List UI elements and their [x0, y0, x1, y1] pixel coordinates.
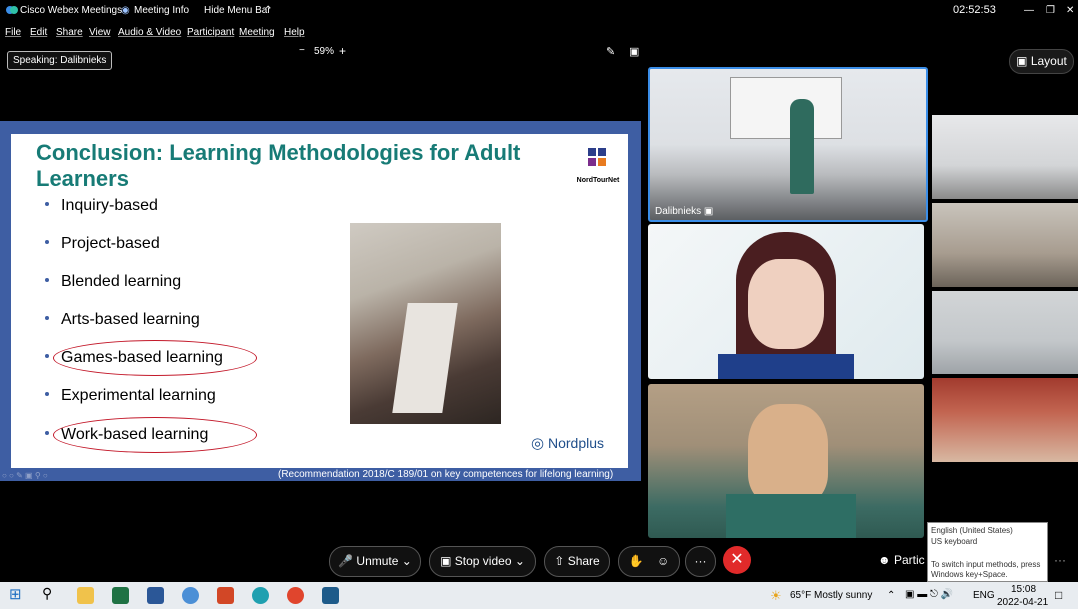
menu-bar: File Edit Share View Audio & Video Parti… — [0, 22, 1078, 40]
nordtournet-logo: NordTourNet — [574, 146, 622, 184]
weather-icon: ☀ — [770, 588, 782, 603]
chrome-icon[interactable] — [287, 587, 304, 604]
bullet-item: Arts-based learning — [45, 311, 200, 329]
slide-annotation-tools[interactable]: ○ ○ ✎ ▣ ⚲ ○ — [2, 471, 48, 480]
chevron-up-icon[interactable]: ⌃ — [264, 5, 272, 16]
hide-menu-bar-button[interactable]: Hide Menu Bar — [204, 5, 271, 16]
close-icon[interactable]: ✕ — [1066, 5, 1074, 16]
shared-slide: Conclusion: Learning Methodologies for A… — [11, 134, 628, 468]
emoji-icon[interactable]: ☺ — [657, 554, 669, 568]
speaking-name: Dalibnieks — [60, 55, 107, 66]
zoom-in-button[interactable]: + — [339, 44, 346, 58]
layout-button[interactable]: ▣ Layout — [1009, 49, 1074, 74]
input-method-tooltip: English (United States) US keyboard To s… — [927, 522, 1048, 582]
participant-face — [748, 259, 824, 349]
camera-icon: ▣ — [440, 554, 452, 568]
speaking-label: Speaking: — [13, 55, 58, 66]
video-thumbnail[interactable] — [932, 291, 1078, 374]
logo-text: NordTourNet — [576, 177, 620, 184]
slide-caption: (Recommendation 2018/C 189/01 on key com… — [278, 469, 614, 480]
layout-icon: ▣ — [1016, 54, 1028, 68]
edge-icon[interactable] — [252, 587, 269, 604]
menu-file[interactable]: File — [5, 27, 21, 38]
taskbar: ⊞ ⚲ ☀ 65°F Mostly sunny ⌃ ▣ ▬ ⎋ 🔊 ENG 15… — [0, 582, 1078, 609]
notification-icon[interactable]: □ — [1055, 588, 1062, 602]
bullet-item: Blended learning — [45, 273, 181, 291]
speaking-indicator: Speaking: Dalibnieks — [7, 51, 113, 70]
screen-icon[interactable]: ▣ — [629, 45, 639, 58]
video-tile-participant[interactable] — [648, 224, 924, 379]
bullet-item: Inquiry-based — [45, 197, 158, 215]
tooltip-keyboard: US keyboard — [931, 537, 978, 546]
slide-title: Conclusion: Learning Methodologies for A… — [36, 140, 521, 191]
presenter-figure — [790, 99, 814, 194]
participants-button[interactable]: ☻ Partic — [878, 553, 925, 567]
title-bar: Cisco Webex Meetings ◉ Meeting Info Hide… — [0, 0, 1078, 21]
clock-time[interactable]: 15:08 — [1011, 584, 1036, 595]
tooltip-language: English (United States) — [931, 526, 1013, 535]
highlight-ellipse — [53, 417, 257, 453]
raise-hand-icon[interactable]: ✋ — [629, 554, 644, 568]
share-button[interactable]: ⇧ Share — [544, 546, 610, 577]
menu-meeting[interactable]: Meeting — [239, 27, 275, 38]
stop-video-button[interactable]: ▣ Stop video ⌄ — [429, 546, 536, 577]
video-tile-participant[interactable] — [648, 384, 924, 538]
video-thumbnail[interactable] — [932, 115, 1078, 199]
more-button[interactable]: ··· — [685, 546, 716, 577]
excel-icon[interactable] — [112, 587, 129, 604]
participant-name-tag: Dalibnieks ▣ — [655, 206, 714, 217]
tray-chevron-icon[interactable]: ⌃ — [887, 590, 895, 601]
meeting-info-button[interactable]: Meeting Info — [134, 5, 189, 16]
shield-icon: ◉ — [121, 5, 130, 16]
menu-audio-video[interactable]: Audio & Video — [118, 27, 181, 38]
webex-icon[interactable] — [322, 587, 339, 604]
chevron-down-icon: ⌄ — [514, 554, 525, 568]
windows-start-icon[interactable]: ⊞ — [9, 585, 26, 603]
meeting-timer: 02:52:53 — [953, 4, 996, 16]
zoom-level: 59% — [314, 46, 335, 57]
video-thumbnail[interactable] — [932, 203, 1078, 287]
more-options-icon[interactable]: ··· — [1054, 553, 1066, 567]
word-icon[interactable] — [147, 587, 164, 604]
menu-participant[interactable]: Participant — [187, 27, 234, 38]
share-icon: ⇧ — [554, 554, 565, 568]
classroom-photo — [350, 223, 501, 424]
person-icon: ☻ — [878, 553, 891, 567]
menu-share[interactable]: Share — [56, 27, 83, 38]
file-explorer-icon[interactable] — [77, 587, 94, 604]
chevron-down-icon: ⌄ — [401, 554, 412, 568]
tray-icons[interactable]: ▣ ▬ ⎋ 🔊 — [905, 589, 953, 600]
highlight-ellipse — [53, 340, 257, 376]
unmute-button[interactable]: 🎤 Unmute ⌄ — [329, 546, 421, 577]
participant-face — [748, 404, 828, 504]
microphone-muted-icon: 🎤 — [338, 554, 354, 568]
projector-screen — [730, 77, 842, 139]
app-title: Cisco Webex Meetings — [20, 5, 123, 16]
weather-text[interactable]: 65°F Mostly sunny — [790, 590, 872, 601]
bullet-item: Experimental learning — [45, 387, 216, 405]
restore-icon[interactable]: ❐ — [1046, 5, 1055, 16]
minimize-icon[interactable]: — — [1024, 5, 1034, 16]
powerpoint-icon[interactable] — [217, 587, 234, 604]
language-indicator[interactable]: ENG — [973, 590, 995, 601]
end-call-button[interactable]: ✕ — [723, 546, 751, 574]
tooltip-hint: To switch input methods, press Windows k… — [931, 560, 1041, 579]
webex-logo-icon — [6, 5, 18, 18]
layout-label: Layout — [1030, 54, 1067, 68]
zoom-out-button[interactable]: − — [299, 45, 305, 56]
globe-icon[interactable] — [182, 587, 199, 604]
menu-help[interactable]: Help — [284, 27, 305, 38]
bullet-item: Project-based — [45, 235, 160, 253]
reactions-group[interactable]: ✋ ☺ — [618, 546, 680, 577]
annotate-icon[interactable]: ✎ — [606, 45, 615, 58]
search-icon[interactable]: ⚲ — [42, 585, 59, 602]
menu-edit[interactable]: Edit — [30, 27, 47, 38]
screen-share-icon: ▣ — [703, 206, 714, 217]
video-tile-active-speaker[interactable]: Dalibnieks ▣ — [648, 67, 928, 222]
video-thumbnail[interactable] — [932, 378, 1078, 462]
menu-view[interactable]: View — [89, 27, 111, 38]
nordplus-logo: ◎ Nordplus — [531, 435, 605, 452]
clock-date[interactable]: 2022-04-21 — [997, 597, 1048, 608]
